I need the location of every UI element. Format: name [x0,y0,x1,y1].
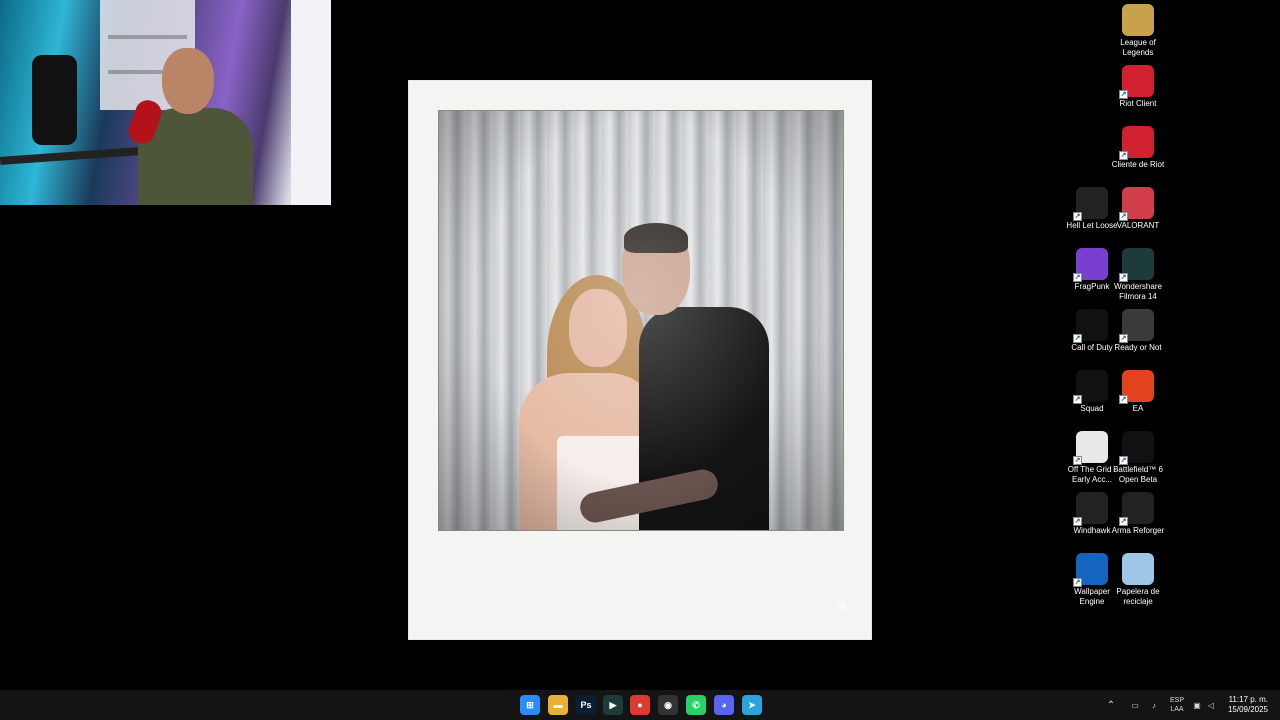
shortcut-arrow-icon: ↗ [1073,212,1082,221]
webcam-right-shelf [291,0,331,205]
recycle-bin-icon [1122,553,1154,585]
desktop-shortcut-label: VALORANT [1116,221,1160,230]
shortcut-arrow-icon: ↗ [1119,456,1128,465]
shortcut-arrow-icon: ↗ [1073,456,1082,465]
shortcut-arrow-icon: ↗ [1119,517,1128,526]
polaroid-image-viewer: ✦ [408,80,872,640]
shortcut-arrow-icon: ↗ [1119,395,1128,404]
shortcut-arrow-icon: ↗ [1073,273,1082,282]
fragpunk-icon: ↗ [1073,248,1108,282]
photoshop-icon[interactable]: Ps [576,695,596,715]
wallpaper-engine-icon: ↗ [1073,553,1108,587]
filmora-icon: ↗ [1119,248,1154,282]
shortcut-arrow-icon: ↗ [1119,334,1128,343]
system-tray: ⌃ ▭ ♪ ESP LAA ▣ ◁ [1104,690,1218,720]
shortcut-arrow-icon: ↗ [1073,578,1082,587]
desktop-shortcut-label: Riot Client [1119,99,1157,108]
language-indicator[interactable]: ESP LAA [1164,696,1190,714]
taskbar-clock[interactable]: 11:17 p. m. 15/09/2025 [1228,695,1268,715]
clock-time: 11:17 p. m. [1228,695,1268,704]
desktop-shortcut[interactable]: ↗ EA [1110,370,1166,414]
photo-vignette [439,111,843,530]
shortcut-arrow-icon: ↗ [1073,395,1082,404]
call-of-duty-icon: ↗ [1073,309,1108,343]
volume-icon[interactable]: ◁ [1204,701,1218,710]
desktop-shortcut-label: Cliente de Riot [1111,160,1165,169]
shortcut-arrow-icon: ↗ [1073,517,1082,526]
discord-icon[interactable]: ◕ [714,695,734,715]
obs-icon[interactable]: ◉ [658,695,678,715]
league-of-legends-icon [1122,4,1154,36]
desktop-shortcut[interactable]: Papelera de reciclaje [1110,553,1166,607]
start-button[interactable]: ⊞ [520,695,540,715]
whatsapp-icon[interactable]: ✆ [686,695,706,715]
language-code: ESP [1169,697,1184,704]
polaroid-photo [438,110,844,531]
desktop-shortcut-label: League of Legends [1120,38,1156,57]
desktop-shortcut[interactable]: ↗ Battlefield™ 6 Open Beta [1110,431,1166,485]
desktop-shortcut-label: Ready or Not [1114,343,1162,352]
shortcut-arrow-icon: ↗ [1119,212,1128,221]
desktop-shortcut-label: Battlefield™ 6 Open Beta [1113,465,1163,484]
keyboard-layout: LAA [1170,706,1184,713]
display-icon[interactable]: ▣ [1190,701,1204,710]
network-icon[interactable]: ▭ [1124,701,1146,710]
desktop-shortcut[interactable]: ↗ Ready or Not [1110,309,1166,353]
riot-client-es-icon: ↗ [1119,126,1154,160]
desktop-shortcut[interactable]: ↗ VALORANT [1110,187,1166,231]
clock-date: 15/09/2025 [1227,705,1268,714]
chevron-up-icon[interactable]: ⌃ [1104,700,1118,711]
shortcut-arrow-icon: ↗ [1073,334,1082,343]
desktop-shortcut-label: Arma Reforger [1111,526,1165,535]
taskbar: ⊞ ▬ Ps ▶ ● ◉ ✆ ◕ ➤ ⌃ ▭ ♪ ESP LAA ▣ ◁ 11:17 p. m.… [0,690,1280,720]
filmora-taskbar-icon[interactable]: ▶ [603,695,623,715]
desktop-shortcut[interactable]: ↗ Arma Reforger [1110,492,1166,536]
off-the-grid-icon: ↗ [1073,431,1108,465]
ready-or-not-icon: ↗ [1119,309,1154,343]
desktop-shortcut-label: Papelera de reciclaje [1116,587,1160,606]
chrome-icon[interactable]: ● [630,695,650,715]
sparkle-icon: ✦ [834,596,851,618]
streamer-head [162,48,214,114]
desktop-shortcut[interactable]: ↗ Wondershare Filmora 14 [1110,248,1166,302]
desktop-shortcut[interactable]: ↗ Cliente de Riot [1110,126,1166,170]
shortcut-arrow-icon: ↗ [1119,90,1128,99]
microphone-icon[interactable]: ♪ [1146,701,1162,710]
windhawk-icon: ↗ [1073,492,1108,526]
valorant-icon: ↗ [1119,187,1154,221]
desktop-shortcut[interactable]: League of Legends [1110,4,1166,58]
desktop-shortcut-label: Wondershare Filmora 14 [1114,282,1162,301]
telegram-icon[interactable]: ➤ [742,695,762,715]
ea-icon: ↗ [1119,370,1154,404]
webcam-gaming-chair [32,55,77,145]
squad-icon: ↗ [1073,370,1108,404]
desktop-shortcut-label: EA [1132,404,1144,413]
webcam-overlay [0,0,331,205]
hell-let-loose-icon: ↗ [1073,187,1108,221]
webcam-mic-arm [0,147,141,165]
battlefield-icon: ↗ [1119,431,1154,465]
shortcut-arrow-icon: ↗ [1119,151,1128,160]
desktop-shortcut[interactable]: ↗ Riot Client [1110,65,1166,109]
shortcut-arrow-icon: ↗ [1119,273,1128,282]
riot-client-icon: ↗ [1119,65,1154,99]
file-explorer-icon[interactable]: ▬ [548,695,568,715]
arma-reforger-icon: ↗ [1119,492,1154,526]
